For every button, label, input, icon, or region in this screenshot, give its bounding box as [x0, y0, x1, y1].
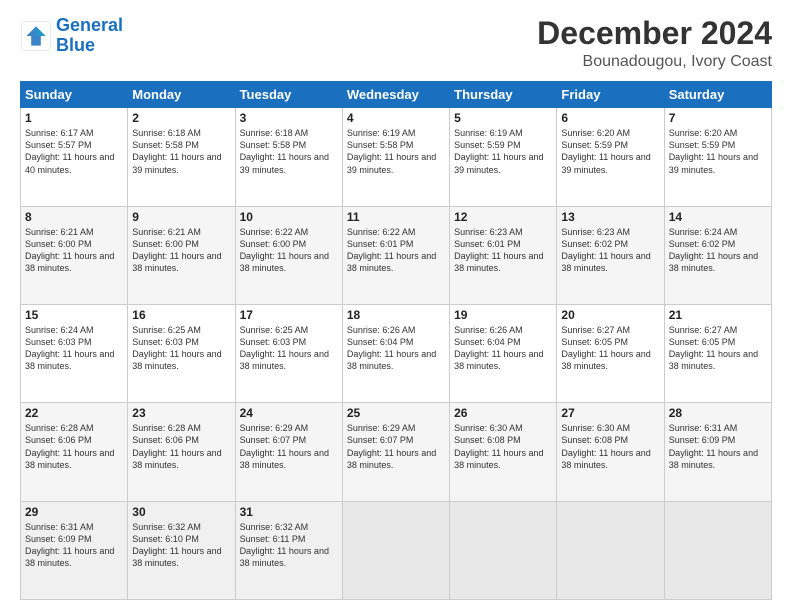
day-23: 23 Sunrise: 6:28 AMSunset: 6:06 PMDaylig… [128, 403, 235, 501]
page: General Blue December 2024 Bounadougou, … [0, 0, 792, 612]
day-18: 18 Sunrise: 6:26 AMSunset: 6:04 PMDaylig… [342, 304, 449, 402]
col-friday: Friday [557, 82, 664, 108]
day-3: 3 Sunrise: 6:18 AMSunset: 5:58 PMDayligh… [235, 108, 342, 206]
col-monday: Monday [128, 82, 235, 108]
day-31: 31 Sunrise: 6:32 AMSunset: 6:11 PMDaylig… [235, 501, 342, 599]
day-15: 15 Sunrise: 6:24 AMSunset: 6:03 PMDaylig… [21, 304, 128, 402]
empty-cell-2 [450, 501, 557, 599]
logo-text: General Blue [56, 16, 123, 56]
day-25: 25 Sunrise: 6:29 AMSunset: 6:07 PMDaylig… [342, 403, 449, 501]
week-row-2: 8 Sunrise: 6:21 AMSunset: 6:00 PMDayligh… [21, 206, 772, 304]
week-row-3: 15 Sunrise: 6:24 AMSunset: 6:03 PMDaylig… [21, 304, 772, 402]
col-sunday: Sunday [21, 82, 128, 108]
empty-cell-1 [342, 501, 449, 599]
day-12: 12 Sunrise: 6:23 AMSunset: 6:01 PMDaylig… [450, 206, 557, 304]
calendar: Sunday Monday Tuesday Wednesday Thursday… [20, 81, 772, 600]
header: General Blue December 2024 Bounadougou, … [20, 16, 772, 71]
day-7: 7 Sunrise: 6:20 AMSunset: 5:59 PMDayligh… [664, 108, 771, 206]
day-16: 16 Sunrise: 6:25 AMSunset: 6:03 PMDaylig… [128, 304, 235, 402]
day-6: 6 Sunrise: 6:20 AMSunset: 5:59 PMDayligh… [557, 108, 664, 206]
month-title: December 2024 [537, 16, 772, 51]
day-20: 20 Sunrise: 6:27 AMSunset: 6:05 PMDaylig… [557, 304, 664, 402]
col-thursday: Thursday [450, 82, 557, 108]
day-11: 11 Sunrise: 6:22 AMSunset: 6:01 PMDaylig… [342, 206, 449, 304]
logo-blue: Blue [56, 36, 123, 56]
day-9: 9 Sunrise: 6:21 AMSunset: 6:00 PMDayligh… [128, 206, 235, 304]
day-19: 19 Sunrise: 6:26 AMSunset: 6:04 PMDaylig… [450, 304, 557, 402]
empty-cell-3 [557, 501, 664, 599]
day-30: 30 Sunrise: 6:32 AMSunset: 6:10 PMDaylig… [128, 501, 235, 599]
col-tuesday: Tuesday [235, 82, 342, 108]
col-wednesday: Wednesday [342, 82, 449, 108]
day-1: 1 Sunrise: 6:17 AMSunset: 5:57 PMDayligh… [21, 108, 128, 206]
logo: General Blue [20, 16, 123, 56]
calendar-header-row: Sunday Monday Tuesday Wednesday Thursday… [21, 82, 772, 108]
day-10: 10 Sunrise: 6:22 AMSunset: 6:00 PMDaylig… [235, 206, 342, 304]
day-28: 28 Sunrise: 6:31 AMSunset: 6:09 PMDaylig… [664, 403, 771, 501]
day-14: 14 Sunrise: 6:24 AMSunset: 6:02 PMDaylig… [664, 206, 771, 304]
day-8: 8 Sunrise: 6:21 AMSunset: 6:00 PMDayligh… [21, 206, 128, 304]
day-5: 5 Sunrise: 6:19 AMSunset: 5:59 PMDayligh… [450, 108, 557, 206]
day-2: 2 Sunrise: 6:18 AMSunset: 5:58 PMDayligh… [128, 108, 235, 206]
day-17: 17 Sunrise: 6:25 AMSunset: 6:03 PMDaylig… [235, 304, 342, 402]
day-4: 4 Sunrise: 6:19 AMSunset: 5:58 PMDayligh… [342, 108, 449, 206]
week-row-1: 1 Sunrise: 6:17 AMSunset: 5:57 PMDayligh… [21, 108, 772, 206]
col-saturday: Saturday [664, 82, 771, 108]
day-22: 22 Sunrise: 6:28 AMSunset: 6:06 PMDaylig… [21, 403, 128, 501]
day-27: 27 Sunrise: 6:30 AMSunset: 6:08 PMDaylig… [557, 403, 664, 501]
title-block: December 2024 Bounadougou, Ivory Coast [537, 16, 772, 71]
day-21: 21 Sunrise: 6:27 AMSunset: 6:05 PMDaylig… [664, 304, 771, 402]
day-29: 29 Sunrise: 6:31 AMSunset: 6:09 PMDaylig… [21, 501, 128, 599]
logo-icon [20, 20, 52, 52]
week-row-5: 29 Sunrise: 6:31 AMSunset: 6:09 PMDaylig… [21, 501, 772, 599]
week-row-4: 22 Sunrise: 6:28 AMSunset: 6:06 PMDaylig… [21, 403, 772, 501]
location-title: Bounadougou, Ivory Coast [537, 53, 772, 71]
day-24: 24 Sunrise: 6:29 AMSunset: 6:07 PMDaylig… [235, 403, 342, 501]
logo-general: General [56, 15, 123, 35]
empty-cell-4 [664, 501, 771, 599]
day-26: 26 Sunrise: 6:30 AMSunset: 6:08 PMDaylig… [450, 403, 557, 501]
day-13: 13 Sunrise: 6:23 AMSunset: 6:02 PMDaylig… [557, 206, 664, 304]
